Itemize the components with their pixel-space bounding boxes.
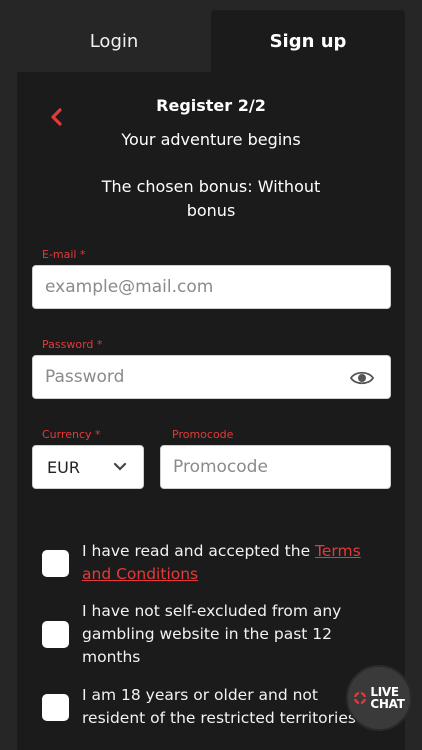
eye-icon[interactable]	[350, 368, 374, 388]
password-field[interactable]	[33, 367, 390, 387]
auth-tabs: Login Sign up	[17, 10, 405, 72]
promocode-label: Promocode	[172, 428, 234, 441]
age-check-row: I am 18 years or older and not resident …	[42, 684, 382, 730]
live-chat-button[interactable]: LIVE CHAT	[346, 665, 412, 731]
promocode-field-wrap	[160, 445, 391, 489]
age-checkbox[interactable]	[42, 693, 69, 721]
page-subtitle: Your adventure begins	[121, 130, 301, 149]
terms-prefix: I have read and accepted the	[82, 542, 316, 560]
terms-check-row: I have read and accepted the Terms and C…	[42, 540, 382, 586]
self-excluded-checkbox[interactable]	[42, 621, 69, 648]
terms-text: I have read and accepted the Terms and C…	[82, 540, 382, 586]
live-chat-logo-icon	[353, 691, 368, 705]
self-excluded-text: I have not self-excluded from any gambli…	[82, 602, 342, 666]
currency-select[interactable]: EUR	[32, 445, 144, 489]
password-field-wrap	[32, 355, 391, 399]
tab-login[interactable]: Login	[17, 10, 211, 72]
currency-label: Currency *	[42, 428, 101, 441]
promocode-field[interactable]	[161, 457, 390, 477]
password-label: Password *	[42, 338, 103, 351]
age-text: I am 18 years or older and not resident …	[82, 686, 356, 727]
chosen-bonus-text: The chosen bonus: Without bonus	[101, 177, 321, 220]
tab-signup[interactable]: Sign up	[211, 10, 405, 72]
chevron-down-icon	[113, 462, 127, 471]
live-chat-line2: CHAT	[370, 697, 405, 711]
register-panel: Register 2/2 Your adventure begins The c…	[17, 72, 405, 750]
terms-checkbox[interactable]	[42, 549, 69, 577]
self-excluded-check-row: I have not self-excluded from any gambli…	[42, 600, 382, 669]
currency-value: EUR	[47, 457, 80, 477]
email-label: E-mail *	[42, 248, 86, 261]
live-chat-label: LIVE CHAT	[370, 686, 405, 711]
page-title: Register 2/2	[156, 96, 266, 115]
email-field-wrap	[32, 265, 391, 309]
email-field[interactable]	[33, 277, 390, 297]
